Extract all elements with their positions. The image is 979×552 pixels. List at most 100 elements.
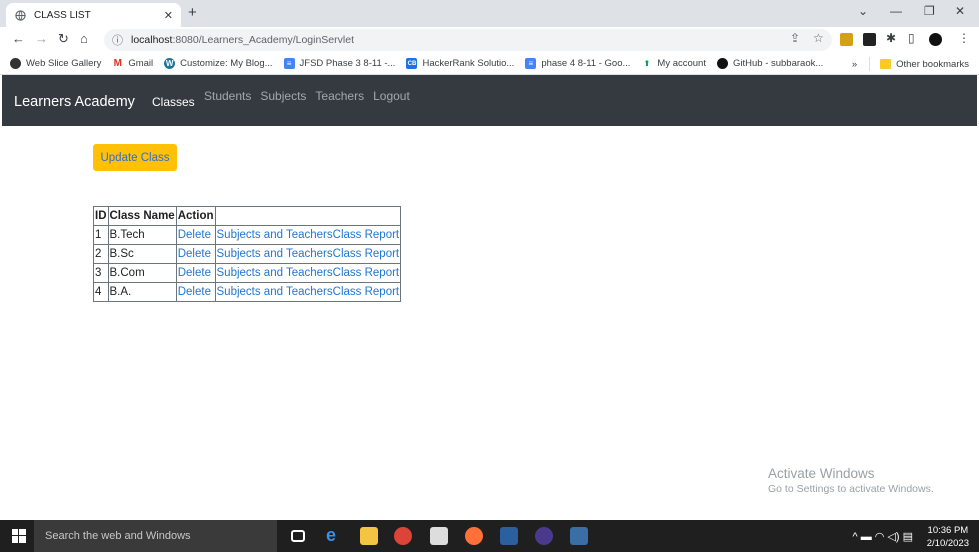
- tab-title: CLASS LIST: [34, 9, 91, 21]
- bookmarks-bar: Web Slice Gallery M Gmail W Customize: My …: [0, 53, 979, 75]
- update-class-button[interactable]: Update Class: [93, 144, 177, 171]
- other-bookmarks[interactable]: Other bookmarks: [896, 59, 969, 70]
- delete-link[interactable]: Delete: [175, 225, 216, 245]
- bookmark-item[interactable]: GitHub - subbaraok...: [716, 58, 823, 69]
- bookmark-item[interactable]: ≡ phase 4 8-11 - Goo...: [525, 58, 630, 69]
- hackerrank-icon: CB: [406, 58, 418, 69]
- store-icon[interactable]: [430, 527, 448, 545]
- new-tab-icon[interactable]: +: [188, 4, 197, 21]
- cell-class-name: B.A.: [107, 282, 177, 302]
- browser-tab-strip: CLASS LIST ✕ + ⌄ — ❐ ✕: [0, 0, 979, 27]
- table-row: 2 B.Sc Delete Subjects and TeachersClass…: [93, 244, 402, 264]
- windows-start-icon[interactable]: [12, 529, 26, 543]
- brand-logo[interactable]: Learners Academy: [14, 94, 135, 110]
- watermark-subtitle: Go to Settings to activate Windows.: [768, 483, 934, 495]
- cell-id: 3: [93, 263, 109, 283]
- close-window-icon[interactable]: ✕: [955, 4, 965, 18]
- github-icon: [716, 58, 728, 69]
- app-navbar: Learners Academy Classes Students Subjec…: [2, 75, 977, 126]
- table-row: 3 B.Com Delete Subjects and TeachersClas…: [93, 263, 402, 283]
- nav-students[interactable]: Students: [204, 89, 251, 103]
- nav-teachers[interactable]: Teachers: [315, 89, 364, 103]
- subjects-teachers-link[interactable]: Subjects and Teachers: [217, 267, 333, 279]
- header-id: ID: [93, 206, 109, 226]
- browser-tab[interactable]: CLASS LIST ✕: [6, 3, 181, 27]
- web-slice-icon: [10, 58, 21, 69]
- class-report-link[interactable]: Class Report: [333, 267, 399, 279]
- delete-link[interactable]: Delete: [175, 282, 216, 302]
- bookmark-item[interactable]: ≡ JFSD Phase 3 8-11 -...: [283, 58, 395, 69]
- firefox-icon[interactable]: [465, 527, 483, 545]
- subjects-teachers-link[interactable]: Subjects and Teachers: [217, 286, 333, 298]
- cell-class-name: B.Com: [107, 263, 177, 283]
- cell-class-name: B.Tech: [107, 225, 177, 245]
- taskbar-search-input[interactable]: Search the web and Windows: [34, 520, 277, 552]
- wordpress-icon: W: [164, 58, 176, 69]
- nav-subjects[interactable]: Subjects: [260, 89, 306, 103]
- nav-links: Students Subjects Teachers Logout: [204, 89, 419, 103]
- puzzle-icon[interactable]: ✱: [886, 31, 896, 45]
- bookmark-item[interactable]: M Gmail: [112, 58, 153, 69]
- activate-windows-watermark: Activate Windows Go to Settings to activ…: [768, 466, 934, 495]
- class-table: ID Class Name Action 1 B.Tech Delete Sub…: [93, 206, 402, 302]
- chrome-icon[interactable]: [394, 527, 412, 545]
- cell-id: 2: [93, 244, 109, 264]
- tab-search-icon[interactable]: ⌄: [858, 4, 868, 18]
- bookmark-item[interactable]: CB HackerRank Solutio...: [406, 58, 514, 69]
- table-row: 4 B.A. Delete Subjects and TeachersClass…: [93, 282, 402, 302]
- subjects-teachers-link[interactable]: Subjects and Teachers: [217, 248, 333, 260]
- task-view-icon[interactable]: [291, 530, 305, 542]
- system-tray-icons[interactable]: ^ ▬ ◠ ◁) ▤: [853, 530, 914, 543]
- extension-icon[interactable]: [863, 33, 876, 46]
- share-icon[interactable]: ⇪: [790, 31, 800, 45]
- class-report-link[interactable]: Class Report: [333, 286, 399, 298]
- side-panel-icon[interactable]: ▯: [908, 31, 915, 45]
- url-text: localhost:8080/Learners_Academy/LoginSer…: [131, 34, 354, 46]
- gmail-icon: M: [112, 58, 124, 69]
- info-icon[interactable]: ⓘ: [112, 32, 123, 48]
- bookmark-item[interactable]: W Customize: My Blog...: [164, 58, 273, 69]
- menu-icon[interactable]: ⋮: [958, 31, 970, 45]
- restore-icon[interactable]: ❐: [924, 4, 935, 18]
- header-action: Action: [175, 206, 216, 226]
- file-explorer-icon[interactable]: [360, 527, 378, 545]
- edge-icon[interactable]: e: [326, 525, 344, 545]
- app-icon[interactable]: [500, 527, 518, 545]
- more-bookmarks-icon[interactable]: »: [852, 59, 857, 70]
- cell-class-name: B.Sc: [107, 244, 177, 264]
- extension-icon[interactable]: [840, 33, 853, 46]
- divider: [869, 57, 871, 71]
- cell-id: 4: [93, 282, 109, 302]
- back-icon[interactable]: ←: [12, 31, 25, 46]
- watermark-title: Activate Windows: [768, 466, 875, 481]
- table-row: 1 B.Tech Delete Subjects and TeachersCla…: [93, 225, 402, 245]
- close-tab-icon[interactable]: ✕: [164, 9, 173, 22]
- bookmark-star-icon[interactable]: ☆: [813, 31, 824, 45]
- class-report-link[interactable]: Class Report: [333, 248, 399, 260]
- bookmark-item[interactable]: Web Slice Gallery: [10, 58, 101, 69]
- windows-taskbar: Search the web and Windows e ^ ▬ ◠ ◁) ▤ …: [0, 520, 979, 552]
- bookmark-item[interactable]: ⬆ My account: [641, 58, 706, 69]
- subjects-teachers-link[interactable]: Subjects and Teachers: [217, 229, 333, 241]
- home-icon[interactable]: ⌂: [80, 31, 88, 46]
- delete-link[interactable]: Delete: [175, 263, 216, 283]
- nav-logout[interactable]: Logout: [373, 89, 410, 103]
- header-class-name: Class Name: [107, 206, 177, 226]
- forward-icon[interactable]: →: [35, 31, 48, 46]
- reload-icon[interactable]: ↻: [58, 31, 69, 47]
- docs-icon: ≡: [525, 58, 537, 69]
- taskbar-clock[interactable]: 10:36 PM 2/10/2023: [927, 524, 969, 550]
- minimize-icon[interactable]: —: [890, 4, 902, 18]
- app-icon[interactable]: [570, 527, 588, 545]
- header-empty: [214, 206, 402, 226]
- delete-link[interactable]: Delete: [175, 244, 216, 264]
- profile-avatar[interactable]: [929, 33, 942, 46]
- docs-icon: ≡: [283, 58, 295, 69]
- nav-classes[interactable]: Classes: [152, 95, 195, 109]
- clock-time: 10:36 PM: [927, 525, 969, 536]
- class-report-link[interactable]: Class Report: [333, 229, 399, 241]
- eclipse-icon[interactable]: [535, 527, 553, 545]
- folder-icon: [880, 59, 892, 69]
- account-icon: ⬆: [641, 58, 653, 69]
- address-bar[interactable]: ⓘ localhost:8080/Learners_Academy/LoginS…: [104, 29, 832, 51]
